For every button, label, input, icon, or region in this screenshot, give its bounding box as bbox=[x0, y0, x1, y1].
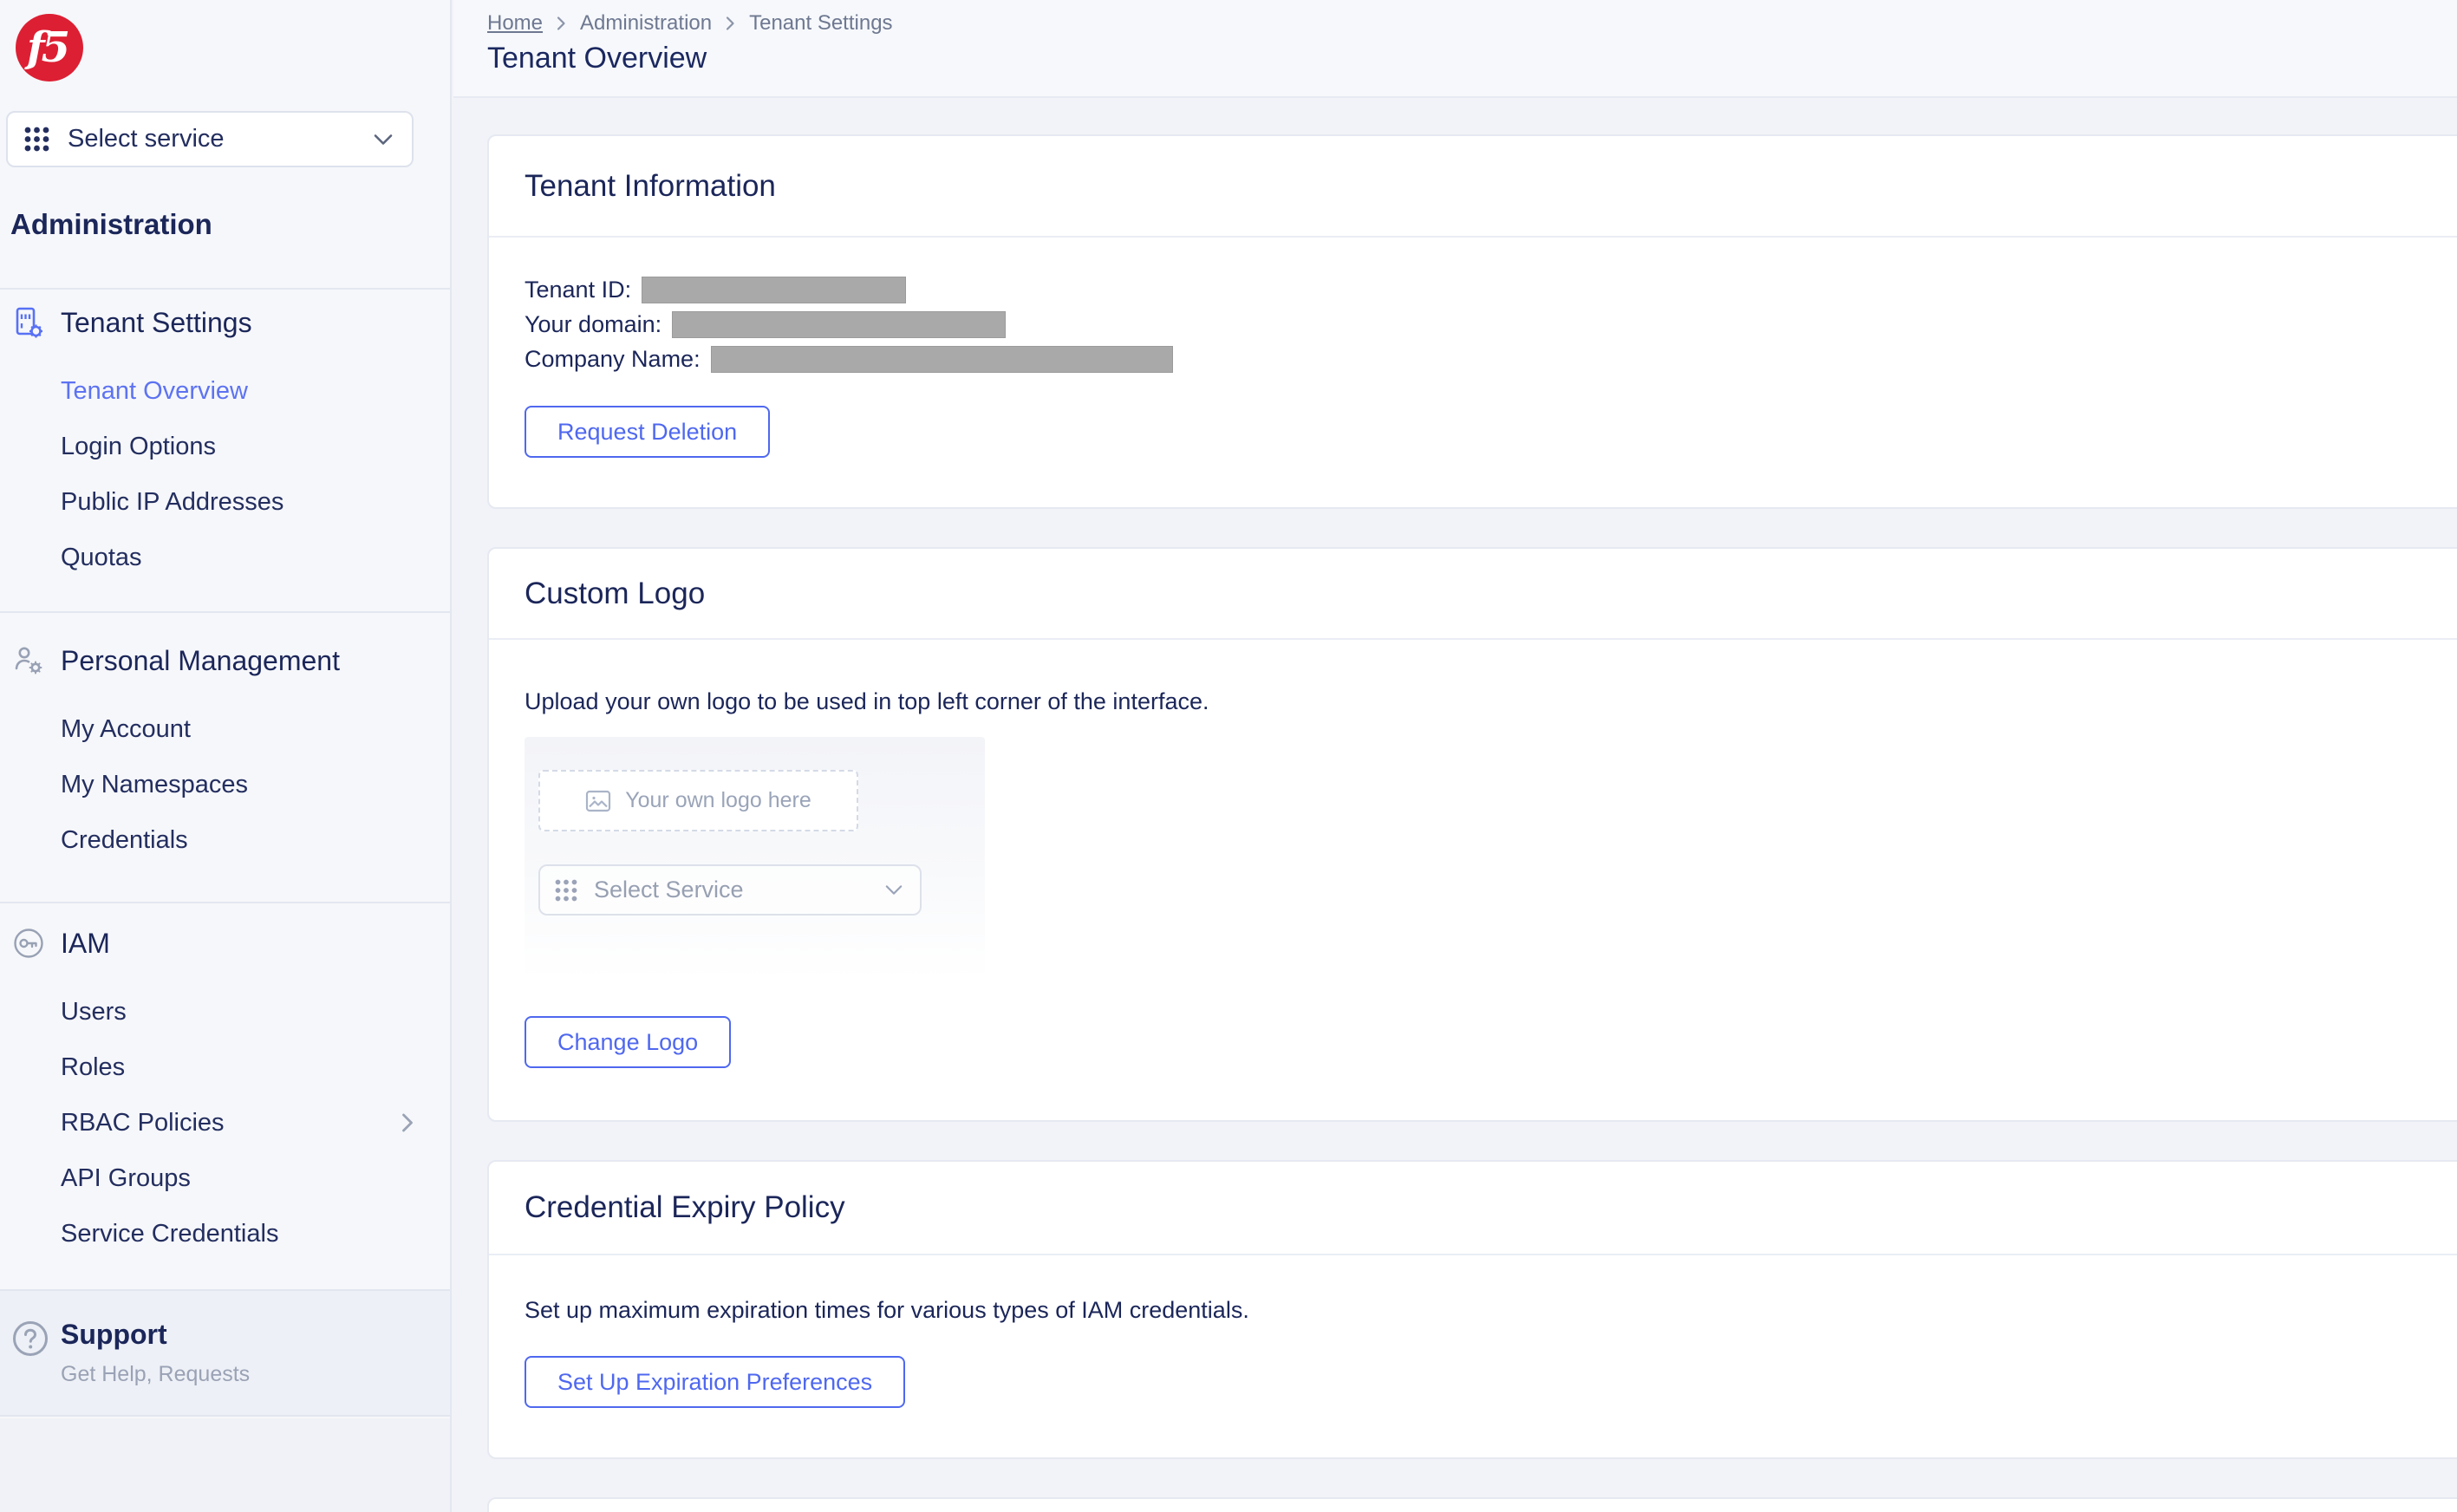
section-title: IAM bbox=[61, 928, 110, 960]
card-title: Credential Expiry Policy bbox=[525, 1190, 845, 1225]
page-body: Tenant Information Tenant ID: Your domai… bbox=[453, 100, 2457, 1512]
section-head-tenant-settings[interactable]: Tenant Settings bbox=[0, 305, 450, 340]
credential-expiry-card: Credential Expiry Policy Set up maximum … bbox=[487, 1160, 2457, 1459]
tenant-info-rows: Tenant ID: Your domain: Company Name: bbox=[525, 238, 2457, 376]
section-title: Tenant Settings bbox=[61, 307, 252, 339]
sidebar-item-credentials[interactable]: Credentials bbox=[0, 812, 450, 868]
custom-logo-card: Custom Logo Upload your own logo to be u… bbox=[487, 547, 2457, 1122]
card-body: Set up maximum expiration times for vari… bbox=[489, 1297, 2457, 1324]
request-deletion-button[interactable]: Request Deletion bbox=[525, 406, 770, 458]
sidebar-item-roles[interactable]: Roles bbox=[0, 1040, 450, 1095]
breadcrumb-home[interactable]: Home bbox=[487, 11, 543, 36]
sidebar-item-support[interactable]: Support Get Help, Requests bbox=[0, 1289, 450, 1417]
company-name-row: Company Name: bbox=[525, 342, 2457, 376]
sidebar-item-my-namespaces[interactable]: My Namespaces bbox=[0, 757, 450, 812]
sidebar-item-api-groups[interactable]: API Groups bbox=[0, 1150, 450, 1206]
chevron-down-icon bbox=[885, 884, 903, 896]
image-icon bbox=[585, 790, 611, 812]
support-subtitle: Get Help, Requests bbox=[61, 1362, 250, 1387]
logo-preview: Your own logo here Select Service bbox=[525, 737, 985, 980]
sidebar-item-service-credentials[interactable]: Service Credentials bbox=[0, 1206, 450, 1261]
sidebar-section-personal-management: Personal Management My Account My Namesp… bbox=[0, 643, 450, 868]
sidebar-item-rbac-policies[interactable]: RBAC Policies bbox=[0, 1095, 450, 1150]
f5-logo[interactable]: f5 bbox=[16, 14, 83, 81]
sidebar-item-login-options[interactable]: Login Options bbox=[0, 419, 450, 474]
main-content: Home Administration Tenant Settings Tena… bbox=[453, 0, 2457, 1512]
breadcrumb: Home Administration Tenant Settings bbox=[487, 11, 893, 36]
sidebar-header: Administration bbox=[10, 208, 212, 241]
chevron-down-icon bbox=[374, 134, 393, 146]
section-head-iam[interactable]: IAM bbox=[0, 926, 450, 961]
sidebar-item-my-account[interactable]: My Account bbox=[0, 701, 450, 757]
your-domain-row: Your domain: bbox=[525, 307, 2457, 342]
grid-icon bbox=[23, 126, 50, 153]
divider bbox=[0, 902, 450, 903]
divider bbox=[0, 288, 450, 290]
logo-placeholder-box: Your own logo here bbox=[538, 770, 858, 831]
support-title: Support bbox=[61, 1319, 167, 1351]
redacted-value bbox=[672, 311, 1006, 338]
card-header: Credential Expiry Policy bbox=[489, 1162, 2457, 1255]
your-domain-label: Your domain: bbox=[525, 311, 662, 338]
breadcrumb-administration[interactable]: Administration bbox=[580, 11, 712, 36]
f5-logo-text: f5 bbox=[27, 23, 67, 72]
credential-expiry-description: Set up maximum expiration times for vari… bbox=[525, 1297, 2457, 1324]
company-name-label: Company Name: bbox=[525, 346, 701, 373]
sidebar-item-tenant-overview[interactable]: Tenant Overview bbox=[0, 363, 450, 419]
sidebar-section-tenant-settings: Tenant Settings Tenant Overview Login Op… bbox=[0, 305, 450, 585]
next-card-partial bbox=[487, 1497, 2457, 1512]
chevron-right-icon bbox=[726, 16, 735, 31]
section-title: Personal Management bbox=[61, 645, 340, 677]
card-body: Tenant ID: Your domain: Company Name: Re… bbox=[489, 238, 2457, 458]
select-service-preview: Select Service bbox=[538, 864, 922, 916]
tenant-id-label: Tenant ID: bbox=[525, 277, 631, 303]
section-head-personal-management[interactable]: Personal Management bbox=[0, 643, 450, 678]
sidebar-section-iam: IAM Users Roles RBAC Policies API Groups… bbox=[0, 926, 450, 1261]
card-body: Upload your own logo to be used in top l… bbox=[489, 688, 2457, 715]
building-gear-icon bbox=[11, 306, 46, 339]
page-title: Tenant Overview bbox=[487, 42, 707, 75]
key-icon bbox=[11, 927, 46, 960]
card-header: Custom Logo bbox=[489, 549, 2457, 640]
card-title: Custom Logo bbox=[525, 577, 705, 611]
sidebar-footer-area bbox=[0, 1418, 450, 1512]
question-circle-icon bbox=[11, 1320, 49, 1358]
grid-icon bbox=[554, 878, 578, 903]
logo-placeholder-text: Your own logo here bbox=[625, 788, 811, 813]
sidebar-item-users[interactable]: Users bbox=[0, 984, 450, 1040]
card-title: Tenant Information bbox=[525, 169, 776, 204]
service-selector-label: Select service bbox=[68, 125, 374, 153]
service-selector[interactable]: Select service bbox=[6, 111, 414, 167]
divider bbox=[0, 611, 450, 613]
tenant-id-row: Tenant ID: bbox=[525, 272, 2457, 307]
sidebar-item-public-ip-addresses[interactable]: Public IP Addresses bbox=[0, 474, 450, 530]
sidebar: f5 Select service Administration bbox=[0, 0, 452, 1512]
select-service-preview-label: Select Service bbox=[594, 877, 885, 903]
set-up-expiration-preferences-button[interactable]: Set Up Expiration Preferences bbox=[525, 1356, 905, 1408]
custom-logo-description: Upload your own logo to be used in top l… bbox=[525, 688, 2457, 715]
card-header: Tenant Information bbox=[489, 136, 2457, 238]
person-gear-icon bbox=[11, 645, 46, 676]
chevron-right-icon bbox=[557, 16, 566, 31]
sidebar-item-label: RBAC Policies bbox=[61, 1109, 225, 1137]
change-logo-button[interactable]: Change Logo bbox=[525, 1016, 731, 1068]
sidebar-item-quotas[interactable]: Quotas bbox=[0, 530, 450, 585]
chevron-right-icon bbox=[401, 1112, 414, 1133]
redacted-value bbox=[711, 346, 1173, 373]
tenant-information-card: Tenant Information Tenant ID: Your domai… bbox=[487, 134, 2457, 509]
page-header: Home Administration Tenant Settings Tena… bbox=[453, 0, 2457, 98]
breadcrumb-tenant-settings: Tenant Settings bbox=[749, 11, 892, 36]
redacted-value bbox=[642, 277, 906, 303]
